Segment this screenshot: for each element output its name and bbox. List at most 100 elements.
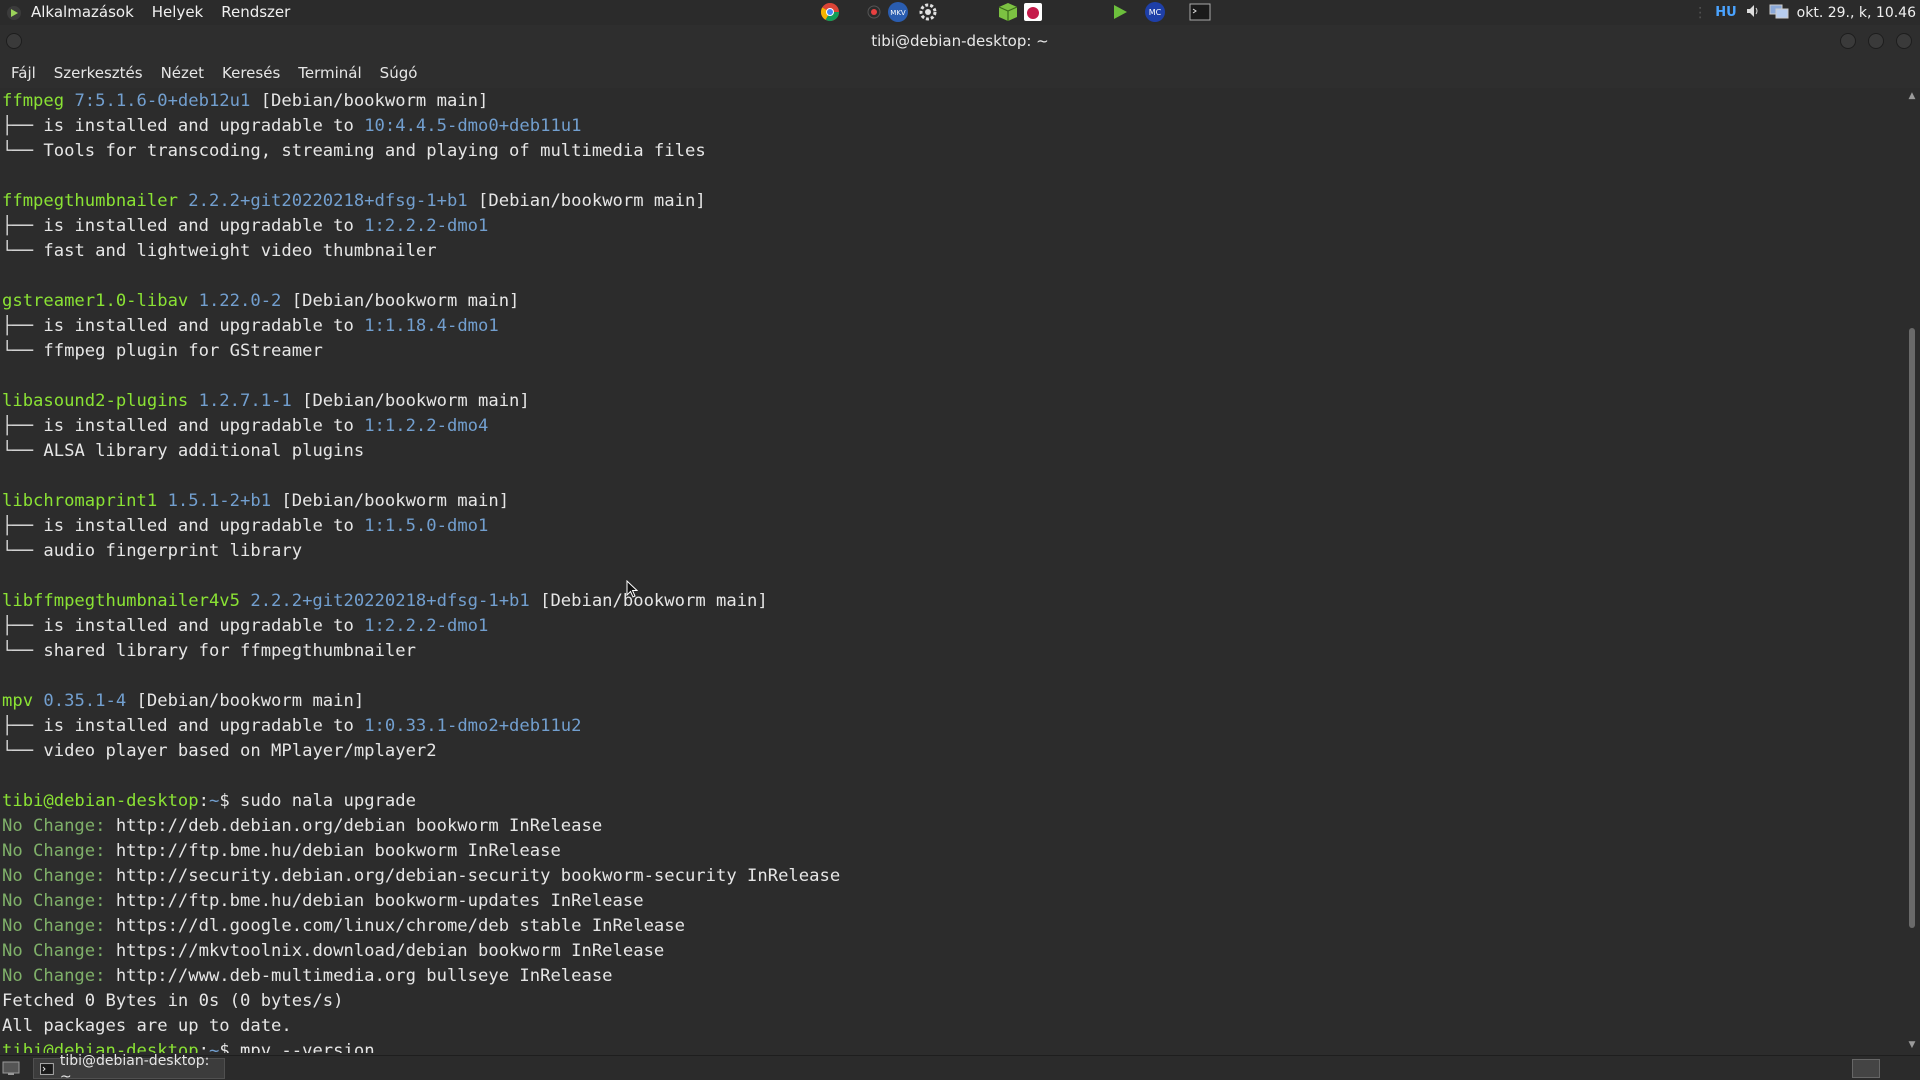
system-tray: ⋮ HU okt. 29., k, 10.46 [1693, 0, 1916, 25]
terminal-small-icon [40, 1062, 54, 1075]
terminal-text: is installed and upgradable to [43, 716, 365, 736]
terminal-text: http://www.deb-multimedia.org bullseye I… [105, 966, 613, 986]
terminal-text: No Change: [2, 941, 106, 961]
raspberry-app-icon[interactable] [1021, 0, 1045, 24]
terminal-text: └── [2, 141, 44, 161]
taskbar-window-button[interactable]: tibi@debian-desktop: ~ [33, 1053, 225, 1080]
terminal-text: 1:2.2.2-dmo1 [364, 216, 489, 236]
menu-view[interactable]: Nézet [152, 64, 213, 82]
volume-icon[interactable] [1745, 3, 1761, 23]
terminal-line: libchromaprint1 1.5.1-2+b1 [Debian/bookw… [2, 489, 1904, 514]
show-desktop-icon[interactable] [2, 1060, 20, 1076]
menu-system[interactable]: Rendszer [212, 0, 299, 25]
settings-gear-icon[interactable] [916, 0, 940, 24]
terminal-line: ├── is installed and upgradable to 1:1.2… [2, 414, 1904, 439]
terminal-text: No Change: [2, 841, 106, 861]
scroll-up-arrow-icon[interactable]: ▲ [1907, 91, 1917, 101]
terminal-line: └── fast and lightweight video thumbnail… [2, 239, 1904, 264]
scroll-down-arrow-icon[interactable]: ▼ [1907, 1040, 1917, 1050]
terminal-text: └── [2, 241, 44, 261]
terminal-text: └── [2, 741, 44, 761]
terminal-text: No Change: [2, 891, 106, 911]
terminal-text: is installed and upgradable to [43, 516, 365, 536]
terminal-text: 0.35.1-4 [33, 691, 127, 711]
terminal-text: 7:5.1.6-0+deb12u1 [64, 91, 251, 111]
terminal-text: libchromaprint1 [2, 491, 158, 511]
terminal-icon[interactable] [1188, 0, 1212, 24]
package-cube-icon[interactable] [996, 0, 1020, 24]
terminal-text: audio fingerprint library [43, 541, 303, 561]
terminal-text: ~ [208, 791, 220, 811]
menu-applications[interactable]: Alkalmazások [22, 0, 143, 25]
terminal-text: ├── [2, 316, 44, 336]
media-player-icon[interactable] [862, 0, 886, 24]
terminal-line: No Change: http://deb.debian.org/debian … [2, 814, 1904, 839]
terminal-line: ├── is installed and upgradable to 1:1.5… [2, 514, 1904, 539]
svg-text:MC: MC [1149, 8, 1162, 17]
scrollbar-thumb[interactable] [1909, 328, 1915, 928]
terminal-line: tibi@debian-desktop:~$ mpv --version [2, 1039, 1904, 1053]
vertical-scrollbar[interactable]: ▲ ▼ [1904, 88, 1920, 1053]
terminal-text: └── [2, 341, 44, 361]
terminal-text: http://security.debian.org/debian-securi… [105, 866, 841, 886]
terminal-output[interactable]: ffmpeg 7:5.1.6-0+deb12u1 [Debian/bookwor… [0, 88, 1904, 1053]
menu-places[interactable]: Helyek [143, 0, 212, 25]
menu-search[interactable]: Keresés [213, 64, 289, 82]
menu-terminal[interactable]: Terminál [289, 64, 370, 82]
tray-separator: ⋮ [1693, 4, 1708, 21]
terminal-text: libffmpegthumbnailer4v5 [2, 591, 240, 611]
terminal-text: ├── [2, 716, 44, 736]
terminal-line: └── ALSA library additional plugins [2, 439, 1904, 464]
terminal-text: [Debian/bookworm main] [281, 291, 520, 311]
terminal-text: ├── [2, 116, 44, 136]
taskbar-window-label: tibi@debian-desktop: ~ [59, 1052, 210, 1080]
mc-icon[interactable]: MC [1143, 0, 1167, 24]
menu-file[interactable]: Fájl [2, 64, 45, 82]
chrome-icon[interactable] [818, 0, 842, 24]
clock[interactable]: okt. 29., k, 10.46 [1797, 5, 1916, 21]
terminal-text: No Change: [2, 916, 106, 936]
terminal-line: No Change: https://dl.google.com/linux/c… [2, 914, 1904, 939]
workspace-switcher[interactable] [1852, 1059, 1880, 1078]
terminal-text: tibi@debian-desktop [2, 1041, 199, 1053]
run-arrow-icon[interactable] [1108, 0, 1132, 24]
terminal-text: [Debian/bookworm main] [291, 391, 530, 411]
terminal-text: is installed and upgradable to [43, 216, 365, 236]
window-title: tibi@debian-desktop: ~ [871, 32, 1049, 50]
terminal-text: ├── [2, 516, 44, 536]
bottom-panel: tibi@debian-desktop: ~ [0, 1053, 1920, 1080]
terminal-text: is installed and upgradable to [43, 116, 365, 136]
terminal-text: $ sudo nala upgrade [219, 791, 416, 811]
panel-menubar: Alkalmazások Helyek Rendszer [0, 0, 299, 25]
window-menu-button[interactable] [6, 33, 22, 49]
menu-edit[interactable]: Szerkesztés [45, 64, 152, 82]
terminal-text: All packages are up to date. [2, 1016, 292, 1036]
applications-logo-icon[interactable] [6, 5, 22, 21]
window-title-bar[interactable]: tibi@debian-desktop: ~ [0, 25, 1920, 57]
terminal-line: └── audio fingerprint library [2, 539, 1904, 564]
terminal-text: ffmpeg plugin for GStreamer [43, 341, 323, 361]
maximize-button[interactable] [1868, 33, 1884, 49]
terminal-line: libffmpegthumbnailer4v5 2.2.2+git2022021… [2, 589, 1904, 614]
mkvtoolnix-icon[interactable]: MKV [886, 0, 910, 24]
keyboard-layout-indicator[interactable]: HU [1715, 5, 1736, 20]
terminal-line: mpv 0.35.1-4 [Debian/bookworm main] [2, 689, 1904, 714]
terminal-text: [Debian/bookworm main] [250, 91, 489, 111]
terminal-text: Fetched 0 Bytes in 0s (0 bytes/s) [2, 991, 344, 1011]
network-icon[interactable] [1769, 3, 1789, 23]
terminal-text: 1.5.1-2+b1 [157, 491, 272, 511]
close-button[interactable] [1896, 33, 1912, 49]
terminal-line: Fetched 0 Bytes in 0s (0 bytes/s) [2, 989, 1904, 1014]
menu-help[interactable]: Súgó [371, 64, 427, 82]
terminal-text: [Debian/bookworm main] [467, 191, 706, 211]
terminal-text: ffmpeg [2, 91, 65, 111]
terminal-line: tibi@debian-desktop:~$ sudo nala upgrade [2, 789, 1904, 814]
terminal-text: : [198, 791, 209, 811]
minimize-button[interactable] [1840, 33, 1856, 49]
mouse-pointer-icon [626, 580, 638, 598]
terminal-text: 2.2.2+git20220218+dfsg-1+b1 [177, 191, 468, 211]
